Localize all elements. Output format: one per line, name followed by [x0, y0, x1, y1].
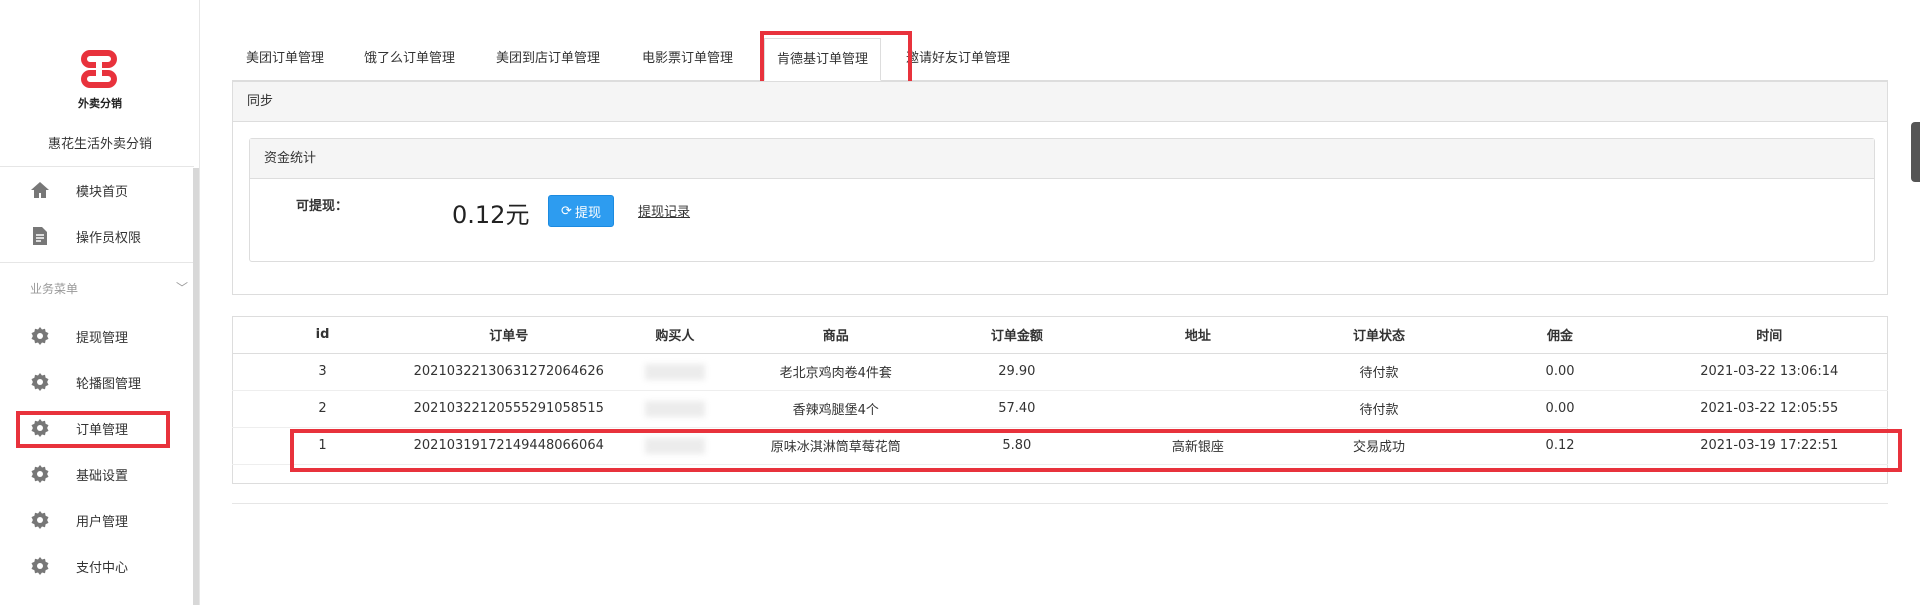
withdraw-button-label: 提现 — [574, 205, 601, 221]
column-header: 购买人 — [604, 316, 746, 354]
highlight-box — [16, 411, 170, 448]
sidebar-item-payment-center[interactable]: 支付中心 — [0, 546, 194, 586]
sidebar-item-label: 基础设置 — [76, 468, 129, 484]
divider — [232, 503, 1888, 504]
withdraw-record-link[interactable]: 提现记录 — [638, 201, 690, 220]
sidebar-item-label: 轮播图管理 — [76, 376, 142, 392]
section-title: 业务菜单 — [30, 282, 79, 296]
cell-product: 老北京鸡肉卷4件套 — [745, 353, 927, 391]
sidebar-item-label: 用户管理 — [76, 514, 129, 530]
brand-name: 惠花生活外卖分销 — [47, 137, 152, 152]
tab-eleme-orders[interactable]: 饿了么订单管理 — [364, 38, 455, 80]
gear-icon — [30, 556, 50, 576]
logo-text: 外卖分销 — [78, 97, 122, 110]
refresh-icon: ⟳ — [561, 203, 572, 219]
sidebar-item-label: 支付中心 — [76, 560, 129, 576]
highlight-box — [290, 429, 1902, 472]
sidebar-item-label: 提现管理 — [76, 330, 129, 346]
cell-address — [1107, 390, 1289, 428]
cell-address — [1107, 353, 1289, 391]
column-header: 佣金 — [1469, 316, 1651, 354]
cell-id: 2 — [232, 390, 414, 428]
sidebar-item-basic-settings[interactable]: 基础设置 — [0, 454, 194, 494]
tab-meituan-store-orders[interactable]: 美团到店订单管理 — [496, 38, 600, 80]
cell-product: 香辣鸡腿堡4个 — [745, 390, 927, 428]
home-icon — [30, 180, 50, 200]
table-row[interactable]: 3 20210322130631272064626 老北京鸡肉卷4件套 29.90 待付… — [232, 353, 1888, 391]
cell-commission: 0.00 — [1469, 353, 1651, 391]
tab-movie-ticket-orders[interactable]: 电影票订单管理 — [642, 38, 733, 80]
buyer-cell-redacted — [604, 390, 746, 428]
divider — [0, 166, 194, 167]
sidebar: 外卖分销 惠花生活外卖分销 模块首页 操作员权限 业务菜单 ﹀ 提现管理轮播图管… — [0, 0, 200, 605]
gear-icon — [30, 464, 50, 484]
sidebar-item-withdraw-management[interactable]: 提现管理 — [0, 316, 194, 356]
withdrawable-amount: 0.12元 — [452, 201, 530, 229]
sidebar-item-user-management[interactable]: 用户管理 — [0, 500, 194, 540]
column-header: 商品 — [745, 316, 927, 354]
sidebar-item-operator-permissions[interactable]: 操作员权限 — [0, 216, 194, 256]
panel-title: 同步 — [233, 82, 1887, 122]
sidebar-item-label: 操作员权限 — [76, 230, 142, 246]
column-header: id — [232, 316, 414, 354]
withdrawable-label: 可提现： — [296, 199, 349, 214]
tab-meituan-orders[interactable]: 美团订单管理 — [246, 38, 324, 80]
document-icon — [30, 226, 50, 246]
chevron-down-icon[interactable]: ﹀ — [176, 279, 188, 296]
cell-amount: 29.90 — [926, 353, 1108, 391]
column-header: 订单状态 — [1288, 316, 1470, 354]
cell-time: 2021-03-22 12:05:55 — [1650, 390, 1888, 428]
table-header-row: id 订单号 购买人 商品 订单金额 地址 订单状态 佣金 时间 — [232, 316, 1888, 354]
tab-invite-friends-orders[interactable]: 邀请好友订单管理 — [906, 38, 1010, 80]
funds-panel: 资金统计 可提现： 0.12元 ⟳ 提现 提现记录 — [249, 138, 1875, 262]
column-header: 时间 — [1650, 316, 1888, 354]
buyer-cell-redacted — [604, 353, 746, 391]
app-logo — [81, 50, 117, 88]
table-row[interactable]: 2 20210322120555291058515 香辣鸡腿堡4个 57.40 待付款 0… — [232, 390, 1888, 428]
cell-order-no: 20210322130631272064626 — [413, 353, 605, 391]
column-header: 订单金额 — [926, 316, 1108, 354]
cell-amount: 57.40 — [926, 390, 1108, 428]
gear-icon — [30, 510, 50, 530]
cell-id: 3 — [232, 353, 414, 391]
cell-commission: 0.00 — [1469, 390, 1651, 428]
divider — [0, 262, 194, 263]
sidebar-item-home[interactable]: 模块首页 — [0, 170, 194, 210]
cell-status: 待付款 — [1288, 353, 1470, 391]
withdraw-button[interactable]: ⟳ 提现 — [548, 195, 614, 227]
sidebar-item-label: 模块首页 — [76, 184, 129, 200]
scrollbar[interactable] — [193, 168, 199, 605]
redaction-blur — [644, 363, 705, 380]
side-panel-handle[interactable] — [1911, 122, 1920, 182]
cell-order-no: 20210322120555291058515 — [413, 390, 605, 428]
column-header: 订单号 — [413, 316, 605, 354]
cell-status: 待付款 — [1288, 390, 1470, 428]
gear-icon — [30, 326, 50, 346]
sidebar-item-carousel-management[interactable]: 轮播图管理 — [0, 362, 194, 402]
column-header: 地址 — [1107, 316, 1289, 354]
sync-panel: 同步 资金统计 可提现： 0.12元 ⟳ 提现 提现记录 — [232, 81, 1888, 295]
cell-time: 2021-03-22 13:06:14 — [1650, 353, 1888, 391]
funds-title: 资金统计 — [250, 139, 1874, 179]
gear-icon — [30, 372, 50, 392]
redaction-blur — [644, 400, 705, 417]
